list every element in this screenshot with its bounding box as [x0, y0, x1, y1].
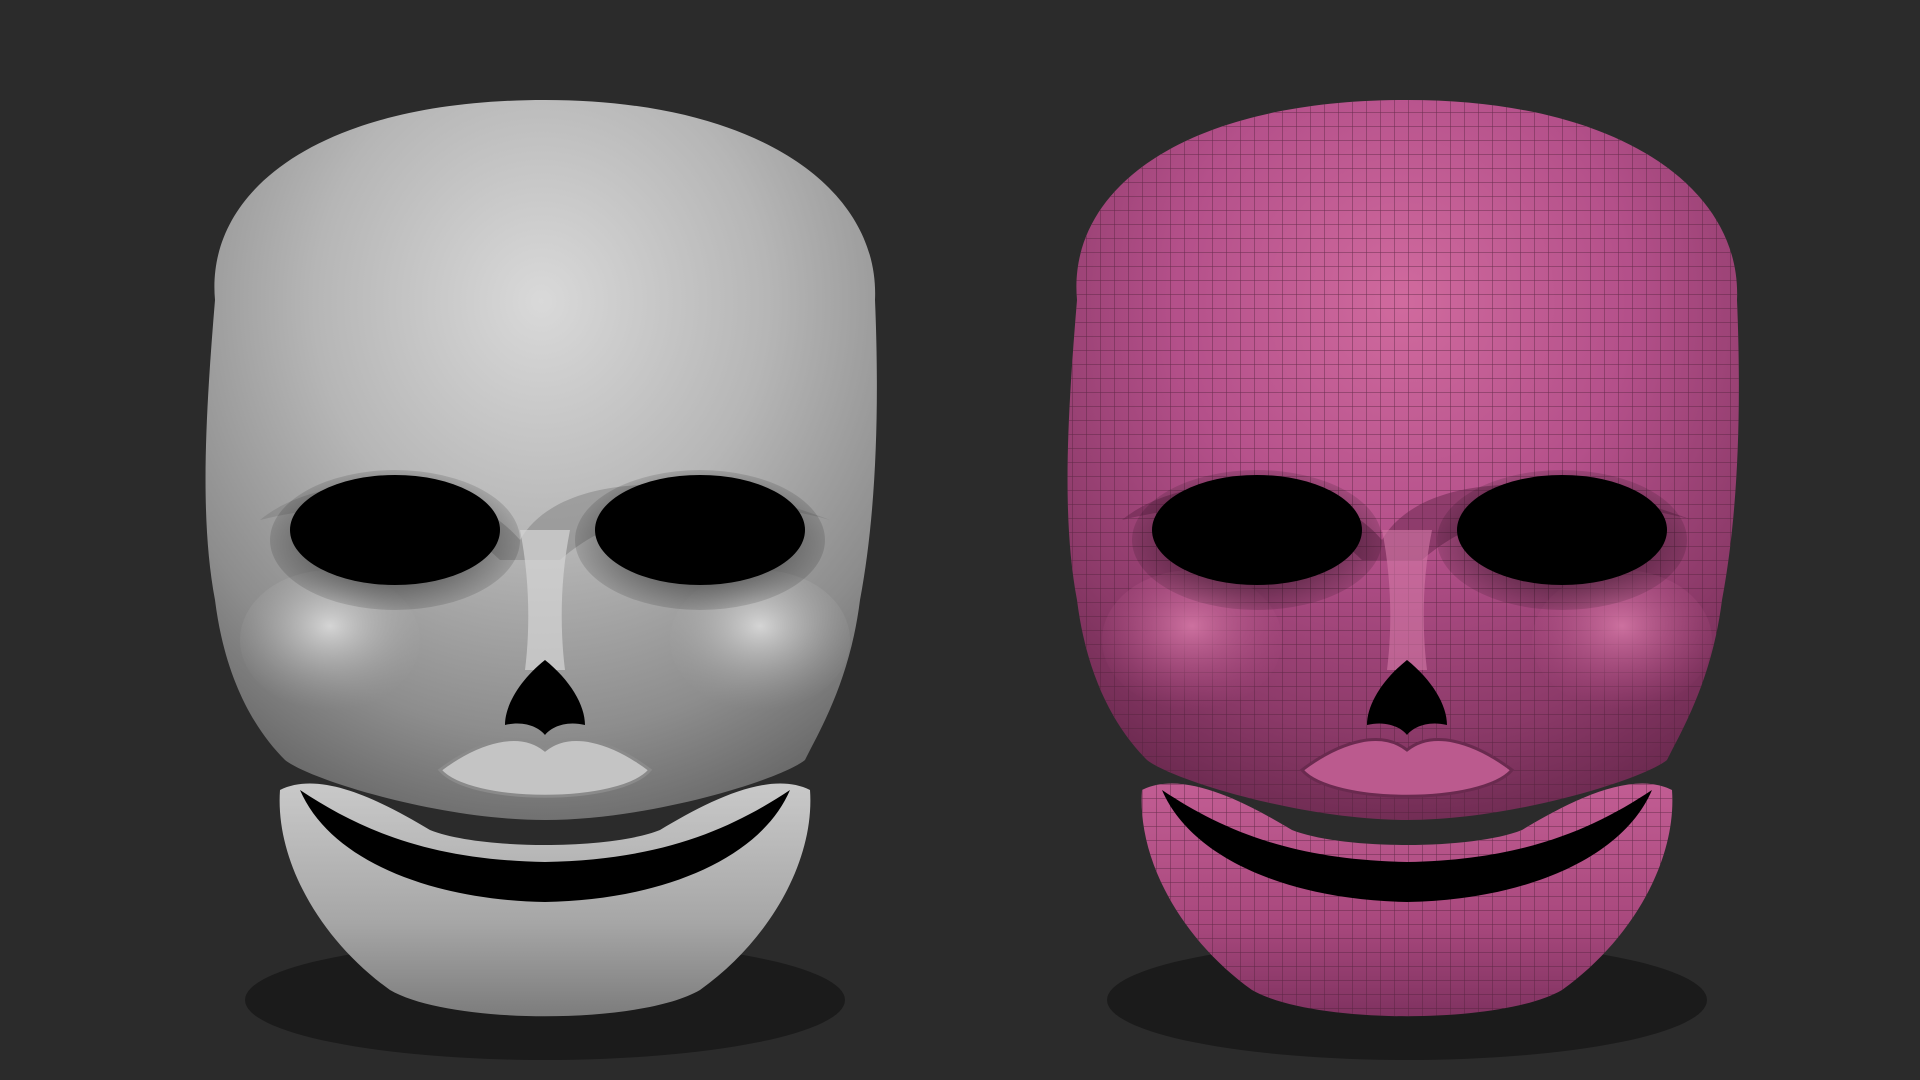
- eye-socket-left-shade: [1132, 470, 1382, 610]
- smooth-shaded-skull: [205, 100, 877, 1060]
- polyframe-skull: [1067, 100, 1739, 1060]
- render-viewport: [205, 100, 1739, 1060]
- viewport-stage: [0, 0, 1920, 1080]
- eye-socket-left-shade: [270, 470, 520, 610]
- eye-socket-right-shade: [575, 470, 825, 610]
- eye-socket-right-shade: [1437, 470, 1687, 610]
